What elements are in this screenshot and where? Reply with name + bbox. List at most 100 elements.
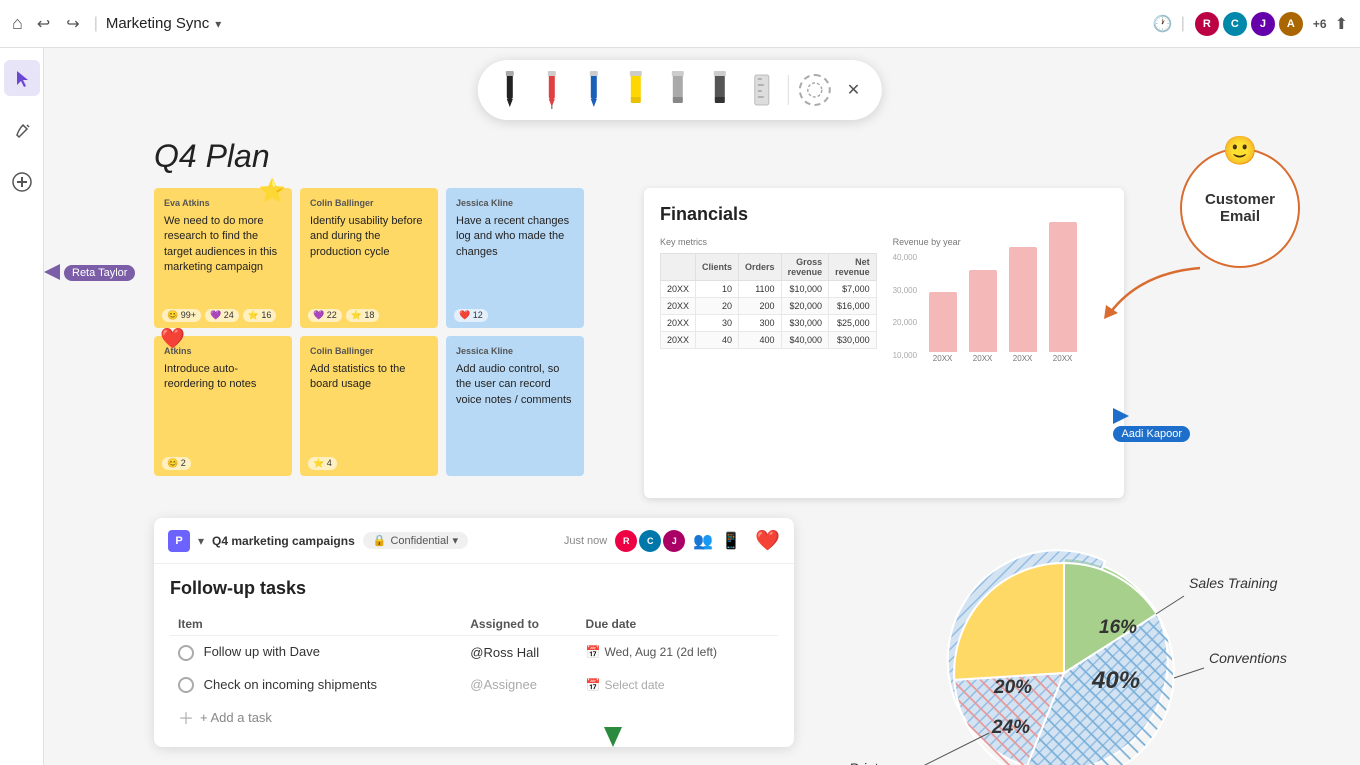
top-bar-left: ⌂ ↩ ↪ | Marketing Sync ▾ xyxy=(12,10,221,38)
sticky-note-4[interactable]: ❤️ Atkins Introduce auto-reordering to n… xyxy=(154,336,292,476)
undo-button[interactable]: ↩ xyxy=(31,10,56,38)
bar-group-3: 20XX xyxy=(1009,247,1037,363)
bar-label-4: 20XX xyxy=(1053,354,1073,363)
ruler-tool[interactable] xyxy=(746,68,778,112)
cursor-aadi-icon xyxy=(1113,408,1129,424)
undo-redo-group: ↩ ↪ xyxy=(31,10,86,38)
drawing-toolbar: ✕ xyxy=(478,60,882,120)
tasks-avatar-1: R xyxy=(615,530,637,552)
tasks-header: P ▾ Q4 marketing campaigns 🔒 Confidentia… xyxy=(154,518,794,564)
col-item: Item xyxy=(170,613,462,636)
task-1-assignee-label: @Ross Hall xyxy=(470,645,539,660)
table-row: 20XX40400$40,000$30,000 xyxy=(661,332,877,349)
confidential-label: Confidential xyxy=(390,535,448,547)
divider: | xyxy=(94,15,98,33)
label-line-1 xyxy=(1156,596,1184,614)
label-line-3 xyxy=(919,733,989,765)
task-2-due-label: Select date xyxy=(605,678,665,692)
financials-card: Financials Key metrics Clients Orders Gr… xyxy=(644,188,1124,498)
tasks-dropdown[interactable]: ▾ xyxy=(198,534,204,548)
tasks-doc-title: Q4 marketing campaigns xyxy=(212,534,355,548)
add-tool[interactable] xyxy=(4,164,40,200)
table-row: 20XX30300$30,000$25,000 xyxy=(661,315,877,332)
cursor-reta: Reta Taylor xyxy=(44,263,135,281)
heart-badge: ❤️ xyxy=(160,326,185,351)
col-net: Net revenue xyxy=(829,254,877,281)
note-1-text: We need to do more research to find the … xyxy=(164,214,282,276)
cursor-aadi: Aadi Kapoor xyxy=(1113,408,1190,442)
tasks-avatars: R C J xyxy=(615,530,685,552)
select-tool[interactable] xyxy=(4,60,40,96)
table-row: 20XX101100$10,000$7,000 xyxy=(661,281,877,298)
home-icon[interactable]: ⌂ xyxy=(12,13,23,34)
share-icon[interactable]: ⬆ xyxy=(1335,14,1348,34)
task-2-assignee[interactable]: @Assignee xyxy=(462,669,577,702)
note-2-text: Identify usability before and during the… xyxy=(310,214,428,260)
financials-body: Key metrics Clients Orders Gross revenue… xyxy=(660,237,1108,383)
note-5-text: Add statistics to the board usage xyxy=(310,362,428,393)
revenue-chart: Revenue by year 40,000 30,000 20,000 10,… xyxy=(893,237,1108,383)
task-1-due: 📅 Wed, Aug 21 (2d left) xyxy=(578,636,778,669)
col-orders: Orders xyxy=(739,254,782,281)
divider2: | xyxy=(1181,15,1185,33)
bar-group-4: 20XX xyxy=(1049,222,1077,363)
sticky-note-2[interactable]: Colin Ballinger Identify usability befor… xyxy=(300,188,438,328)
due-date-cell-1: 📅 Wed, Aug 21 (2d left) xyxy=(586,645,770,659)
task-row-1: Follow up with Dave @Ross Hall 📅 Wed, Au… xyxy=(170,636,778,669)
blue-pen-tool[interactable] xyxy=(578,68,610,112)
avatar-3: J xyxy=(1249,10,1277,38)
yellow-marker-tool[interactable] xyxy=(620,68,652,112)
task-2-due[interactable]: 📅 Select date xyxy=(578,669,778,702)
close-toolbar-button[interactable]: ✕ xyxy=(841,76,866,104)
doc-title[interactable]: Marketing Sync xyxy=(106,15,209,32)
clock-icon[interactable]: 🕐 xyxy=(1153,14,1173,34)
top-bar-right: 🕐 | R C J A +6 ⬆ xyxy=(1153,10,1348,38)
task-1-checkbox[interactable] xyxy=(178,645,194,661)
phone-icon: 📱 xyxy=(721,531,741,551)
bar-1 xyxy=(929,292,957,352)
tasks-body: Follow-up tasks Item Assigned to Due dat… xyxy=(154,564,794,747)
title-chevron-icon[interactable]: ▾ xyxy=(215,17,221,31)
task-2-assignee-label: @Assignee xyxy=(470,677,537,692)
tasks-timestamp: Just now xyxy=(564,535,607,547)
add-task-label: + Add a task xyxy=(200,710,272,725)
add-task-row[interactable]: ＋ + Add a task xyxy=(170,701,778,733)
gray-marker-tool[interactable] xyxy=(662,68,694,112)
note-5-author: Colin Ballinger xyxy=(310,346,428,356)
tasks-confidential: 🔒 Confidential ▾ xyxy=(363,532,468,549)
sticky-note-5[interactable]: Colin Ballinger Add statistics to the bo… xyxy=(300,336,438,476)
lasso-tool[interactable] xyxy=(799,74,831,106)
top-bar: ⌂ ↩ ↪ | Marketing Sync ▾ 🕐 | R C J A +6 … xyxy=(0,0,1360,48)
tasks-main-title: Follow-up tasks xyxy=(170,578,778,599)
red-pen-tool[interactable] xyxy=(536,68,568,112)
task-1-assignee[interactable]: @Ross Hall xyxy=(462,636,577,669)
task-row-2: Check on incoming shipments @Assignee 📅 … xyxy=(170,669,778,702)
pencil-black-tool[interactable] xyxy=(494,68,526,112)
canvas: Q4 Plan Reta Taylor ⭐ Eva Atkins We need… xyxy=(44,48,1360,765)
redo-button[interactable]: ↪ xyxy=(60,10,85,38)
draw-tool-sidebar[interactable] xyxy=(4,112,40,148)
dark-marker-tool[interactable] xyxy=(704,68,736,112)
pct-conventions: 40% xyxy=(1091,667,1140,694)
note-5-reactions: ⭐ 4 xyxy=(308,457,337,470)
customer-email-area: 🙂 Customer Email xyxy=(1180,148,1300,268)
bar-label-3: 20XX xyxy=(1013,354,1033,363)
task-2-checkbox[interactable] xyxy=(178,677,194,693)
confidential-chevron[interactable]: ▾ xyxy=(453,534,459,547)
sticky-note-1[interactable]: ⭐ Eva Atkins We need to do more research… xyxy=(154,188,292,328)
task-2-label: Check on incoming shipments xyxy=(204,677,377,692)
sticky-note-3[interactable]: Jessica Kline Have a recent changes log … xyxy=(446,188,584,328)
label-sales-training: Sales Training xyxy=(1189,575,1278,591)
note-3-reactions: ❤️ 12 xyxy=(454,309,488,322)
pie-print-advertising xyxy=(954,563,1064,680)
sticky-note-6[interactable]: Jessica Kline Add audio control, so the … xyxy=(446,336,584,476)
cursor-reta-icon xyxy=(44,264,60,280)
more-users-count[interactable]: +6 xyxy=(1313,17,1327,31)
bar-label-2: 20XX xyxy=(973,354,993,363)
cursor-aadi-label: Aadi Kapoor xyxy=(1113,426,1190,442)
calendar-icon-2: 📅 xyxy=(586,678,601,692)
avatar-2: C xyxy=(1221,10,1249,38)
plus-icon: ＋ xyxy=(178,705,194,729)
label-conventions: Conventions xyxy=(1209,650,1287,666)
pie-chart-wrapper: Sales Training Conventions Print Adverti… xyxy=(844,528,1344,765)
